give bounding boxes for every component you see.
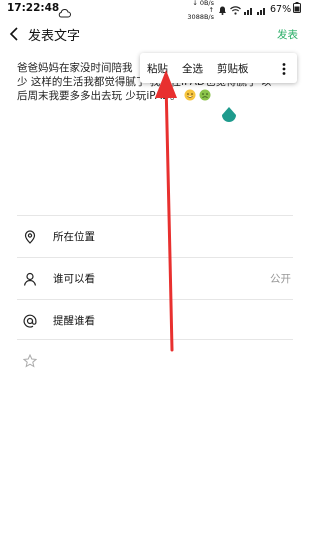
bell-icon	[218, 0, 227, 19]
menu-paste[interactable]: 粘贴	[140, 61, 175, 76]
battery: 67%	[270, 2, 302, 16]
sick-emoji-icon	[199, 89, 211, 101]
visibility-label: 谁可以看	[53, 273, 95, 285]
location-label: 所在位置	[53, 231, 95, 243]
publish-button[interactable]: 发表	[277, 27, 298, 42]
post-text-line1: 爸爸妈妈在家没时间陪我	[17, 62, 133, 74]
extra-row	[17, 339, 293, 380]
battery-level: 67%	[270, 3, 292, 15]
remind-row[interactable]: 提醒谁看	[17, 299, 293, 341]
network-speed: ↓ 0B/s ↑ 3088B/s	[186, 0, 214, 21]
signal-icon-2	[257, 0, 267, 19]
post-text-line3: 后周末我要多多出去玩 少玩iPAD。	[17, 90, 181, 102]
page-title: 发表文字	[28, 29, 81, 44]
status-bar: 17:22:48 ↓ 0B/s ↑ 3088B/s 67%	[0, 0, 310, 21]
star-icon[interactable]	[22, 353, 38, 372]
remind-label: 提醒谁看	[53, 315, 95, 327]
battery-icon	[293, 2, 302, 16]
cloud-icon	[58, 3, 71, 22]
back-arrow-icon[interactable]	[8, 26, 22, 42]
top-bar: 发表文字 发表	[0, 21, 310, 47]
speed-up: ↑ 3088B/s	[187, 6, 214, 21]
at-sign-icon	[23, 313, 37, 328]
cursor-handle-icon[interactable]	[221, 107, 237, 129]
post-options: 所在位置 谁可以看 公开 提醒谁看	[17, 215, 293, 341]
wifi-icon	[230, 0, 241, 19]
menu-select-all[interactable]: 全选	[175, 61, 210, 76]
status-icons	[218, 3, 267, 15]
visibility-value: 公开	[270, 273, 291, 285]
more-vertical-icon[interactable]	[281, 61, 287, 75]
status-time: 17:22:48	[7, 2, 60, 14]
person-icon	[23, 271, 37, 286]
location-pin-icon	[23, 229, 37, 244]
text-context-menu: 粘贴 全选 剪贴板	[140, 53, 297, 83]
location-row[interactable]: 所在位置	[17, 215, 293, 257]
signal-icon	[244, 0, 254, 19]
visibility-row[interactable]: 谁可以看 公开	[17, 257, 293, 299]
menu-clipboard[interactable]: 剪贴板	[210, 61, 256, 76]
grin-emoji-icon	[184, 89, 196, 101]
